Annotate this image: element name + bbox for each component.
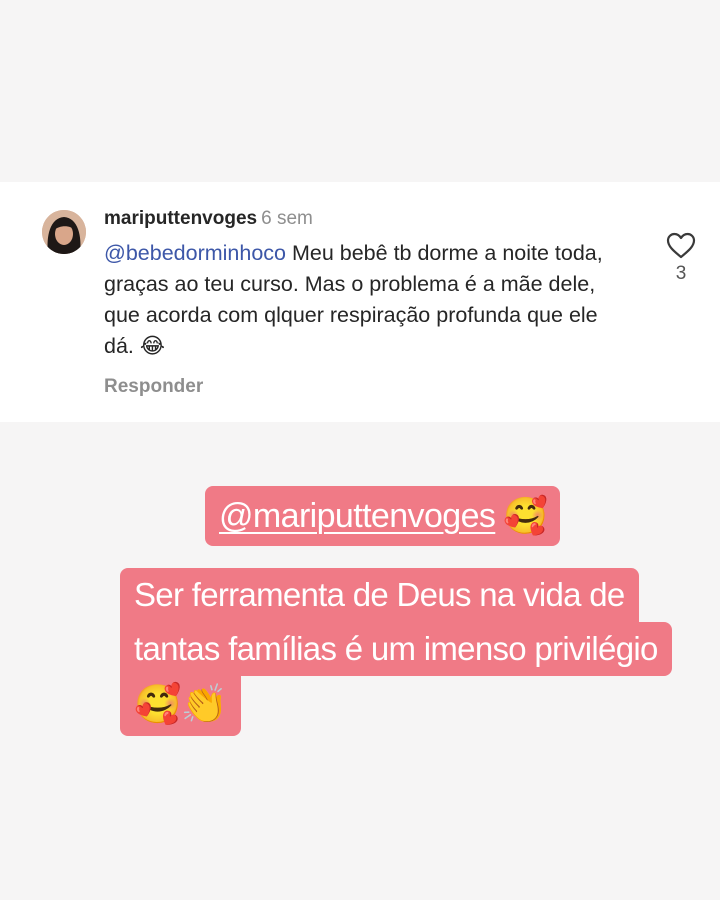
caption-line: tantas famílias é um imenso privilégio xyxy=(120,622,672,676)
caption-line: Ser ferramenta de Deus na vida de xyxy=(120,568,639,622)
comment-body: mariputtenvoges 6 sem @bebedorminhoco Meu… xyxy=(104,206,624,398)
avatar-image xyxy=(42,210,86,254)
heart-outline-icon[interactable] xyxy=(664,232,698,259)
comment-meta: mariputtenvoges 6 sem xyxy=(104,206,624,232)
comment-username[interactable]: mariputtenvoges xyxy=(104,208,257,229)
comment-mention[interactable]: @bebedorminhoco xyxy=(104,241,286,265)
comment-text: @bebedorminhoco Meu bebê tb dorme a noit… xyxy=(104,238,624,362)
reply-button[interactable]: Responder xyxy=(104,376,624,398)
smiling-hearts-emoji: 🥰 xyxy=(503,495,549,536)
mention-sticker-text: @mariputtenvoges xyxy=(219,496,496,535)
avatar[interactable] xyxy=(42,210,86,254)
caption-emoji-line: 🥰👏 xyxy=(120,676,242,736)
story-caption: Ser ferramenta de Deus na vida de tantas… xyxy=(120,568,672,736)
like-column: 3 xyxy=(664,232,698,285)
comment-card: mariputtenvoges 6 sem @bebedorminhoco Meu… xyxy=(0,182,720,422)
mention-sticker[interactable]: @mariputtenvoges 🥰 xyxy=(205,486,561,546)
comment-time: 6 sem xyxy=(261,208,313,229)
like-count: 3 xyxy=(675,263,687,284)
